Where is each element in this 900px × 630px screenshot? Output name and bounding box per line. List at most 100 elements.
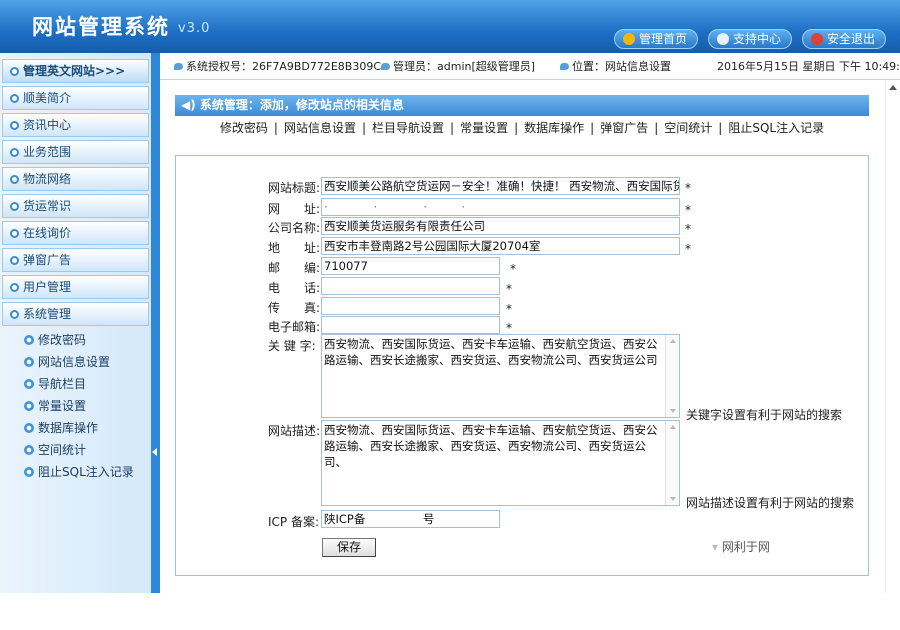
tab-nav-settings[interactable]: 栏目导航设置 bbox=[369, 121, 447, 135]
tab-space-stats[interactable]: 空间统计 bbox=[661, 121, 715, 135]
tab-site-info[interactable]: 网站信息设置 bbox=[281, 121, 359, 135]
keywords-text: 西安物流、西安国际货运、西安卡车运输、西安航空货运、西安公路运输、西安长途搬家、… bbox=[324, 337, 658, 367]
submenu-database[interactable]: 数据库操作 bbox=[24, 419, 98, 436]
sidebar-item-inquiry[interactable]: 在线询价 bbox=[2, 221, 149, 245]
tab-constants[interactable]: 常量设置 bbox=[457, 121, 511, 135]
circle-bullet-icon bbox=[10, 256, 19, 265]
tab-popup-ads[interactable]: 弹窗广告 bbox=[597, 121, 651, 135]
exit-icon bbox=[811, 33, 823, 45]
top-header: 网站管理系统 v3.0 管理首页 支持中心 安全退出 bbox=[0, 0, 900, 53]
circle-bullet-icon bbox=[10, 121, 19, 130]
app-title: 网站管理系统 bbox=[32, 14, 170, 39]
site-title-input[interactable]: 西安顺美公路航空货运网－安全！准确！快捷！ 西安物流、西安国际货运、 bbox=[321, 177, 680, 195]
required-mark: * bbox=[685, 222, 691, 236]
admin-info: 管理员：admin[超级管理员] bbox=[381, 53, 535, 80]
company-input[interactable]: 西安顺美货运服务有限责任公司 bbox=[321, 217, 680, 235]
required-mark: * bbox=[510, 262, 516, 276]
email-label: 电子邮箱: bbox=[268, 320, 321, 334]
sidebar-item-system[interactable]: 系统管理 bbox=[2, 302, 149, 326]
phone-input[interactable] bbox=[321, 277, 500, 295]
tab-separator: | bbox=[718, 121, 723, 135]
circle-bullet-icon bbox=[10, 67, 19, 76]
circle-bullet-icon bbox=[10, 229, 19, 238]
keywords-hint: 关键字设置有利于网站的搜索 bbox=[686, 408, 843, 422]
home-icon bbox=[623, 33, 635, 45]
tab-separator: | bbox=[590, 121, 595, 135]
tab-change-password[interactable]: 修改密码 bbox=[217, 121, 271, 135]
tab-separator: | bbox=[361, 121, 367, 135]
sidebar-item-users[interactable]: 用户管理 bbox=[2, 275, 149, 299]
sidebar-item-business[interactable]: 业务范围 bbox=[2, 140, 149, 164]
logout-button[interactable]: 安全退出 bbox=[802, 29, 887, 49]
sidebar-item-english-site[interactable]: 管理英文网站>>> bbox=[2, 59, 149, 83]
home-button[interactable]: 管理首页 bbox=[614, 29, 699, 49]
info-bar: 系统授权号：26F7A9BD772E8B309C 管理员：admin[超级管理员… bbox=[160, 53, 900, 80]
speaker-icon: ◀︎) bbox=[181, 98, 196, 112]
required-mark: * bbox=[685, 242, 691, 256]
submenu-nav-columns[interactable]: 导航栏目 bbox=[24, 375, 86, 392]
circle-bullet-icon bbox=[10, 202, 19, 211]
email-input[interactable] bbox=[321, 316, 500, 334]
submenu-bullet-icon bbox=[24, 467, 34, 477]
sidebar: 管理英文网站>>> 顺美简介 资讯中心 业务范围 物流网络 货运常识 在线询价 … bbox=[0, 53, 160, 593]
tab-separator: | bbox=[450, 121, 455, 135]
collapse-arrow-icon bbox=[152, 448, 157, 456]
submenu-sql-injection-log[interactable]: 阻止SQL注入记录 bbox=[24, 463, 134, 480]
panel-heading-text: 系统管理：添加，修改站点的相关信息 bbox=[199, 98, 404, 112]
site-title-label: 网站标题: bbox=[268, 181, 321, 195]
sidebar-item-knowledge[interactable]: 货运常识 bbox=[2, 194, 149, 218]
site-url-label: 网 址: bbox=[268, 202, 321, 216]
sidebar-collapse-bar[interactable] bbox=[151, 53, 160, 593]
sidebar-item-news[interactable]: 资讯中心 bbox=[2, 113, 149, 137]
postcode-input[interactable]: 710077 bbox=[321, 257, 500, 275]
required-mark: * bbox=[685, 203, 691, 217]
dropdown-arrow-icon: ▾ bbox=[712, 540, 722, 554]
fax-input[interactable] bbox=[321, 297, 500, 315]
app-version: v3.0 bbox=[178, 21, 211, 36]
phone-label: 电 话: bbox=[268, 281, 321, 295]
site-url-input[interactable]: · · · · bbox=[321, 198, 680, 216]
keywords-textarea[interactable]: 西安物流、西安国际货运、西安卡车运输、西安航空货运、西安公路运输、西安长途搬家、… bbox=[321, 334, 680, 418]
support-button-label: 支持中心 bbox=[733, 32, 782, 46]
scroll-up-arrow-icon bbox=[670, 339, 676, 343]
submenu-bullet-icon bbox=[24, 335, 34, 345]
license-info: 系统授权号：26F7A9BD772E8B309C bbox=[174, 53, 381, 80]
textarea-scrollbar[interactable] bbox=[665, 335, 679, 417]
company-label: 公司名称: bbox=[268, 221, 321, 235]
description-textarea[interactable]: 西安物流、西安国际货运、西安卡车运输、西安航空货运、西安公路运输、西安长途搬家、… bbox=[321, 420, 680, 506]
icp-input[interactable]: 陕ICP备 号 bbox=[321, 510, 500, 528]
submenu-change-password[interactable]: 修改密码 bbox=[24, 331, 86, 348]
submenu-constants[interactable]: 常量设置 bbox=[24, 397, 86, 414]
tab-database[interactable]: 数据库操作 bbox=[521, 121, 587, 135]
textarea-scrollbar[interactable] bbox=[665, 421, 679, 505]
address-input[interactable]: 西安市丰登南路2号公园国际大厦20704室 bbox=[321, 237, 680, 255]
scroll-up-arrow-icon bbox=[670, 425, 676, 429]
scroll-up-arrow-icon bbox=[889, 85, 897, 90]
tab-sql-injection-log[interactable]: 阻止SQL注入记录 bbox=[725, 121, 827, 135]
home-button-label: 管理首页 bbox=[639, 32, 688, 46]
address-label: 地 址: bbox=[268, 241, 321, 255]
description-text: 西安物流、西安国际货运、西安卡车运输、西安航空货运、西安公路运输、西安长途搬家、… bbox=[324, 423, 658, 469]
ghost-hint: ▾ 网利于网 bbox=[712, 540, 770, 554]
circle-bullet-icon bbox=[10, 283, 19, 292]
description-hint: 网站描述设置有利于网站的搜索 bbox=[686, 496, 855, 510]
logout-button-label: 安全退出 bbox=[827, 32, 876, 46]
circle-bullet-icon bbox=[10, 148, 19, 157]
tab-separator: | bbox=[514, 121, 519, 135]
submenu-bullet-icon bbox=[24, 445, 34, 455]
sidebar-item-about[interactable]: 顺美简介 bbox=[2, 86, 149, 110]
support-icon bbox=[717, 33, 729, 45]
keywords-label: 关 键 字: bbox=[268, 339, 316, 353]
sidebar-item-network[interactable]: 物流网络 bbox=[2, 167, 149, 191]
page-scrollbar[interactable] bbox=[885, 80, 900, 593]
support-button[interactable]: 支持中心 bbox=[708, 29, 793, 49]
fax-label: 传 真: bbox=[268, 301, 321, 315]
save-button[interactable]: 保存 bbox=[322, 538, 376, 557]
postcode-label: 邮 编: bbox=[268, 261, 321, 275]
submenu-site-info[interactable]: 网站信息设置 bbox=[24, 353, 110, 370]
panel-heading: ◀︎) 系统管理：添加，修改站点的相关信息 bbox=[175, 95, 869, 116]
icp-label: ICP 备案: bbox=[268, 515, 320, 529]
scroll-down-arrow-icon bbox=[670, 497, 676, 501]
submenu-space-stats[interactable]: 空间统计 bbox=[24, 441, 86, 458]
sidebar-item-popup-ads[interactable]: 弹窗广告 bbox=[2, 248, 149, 272]
